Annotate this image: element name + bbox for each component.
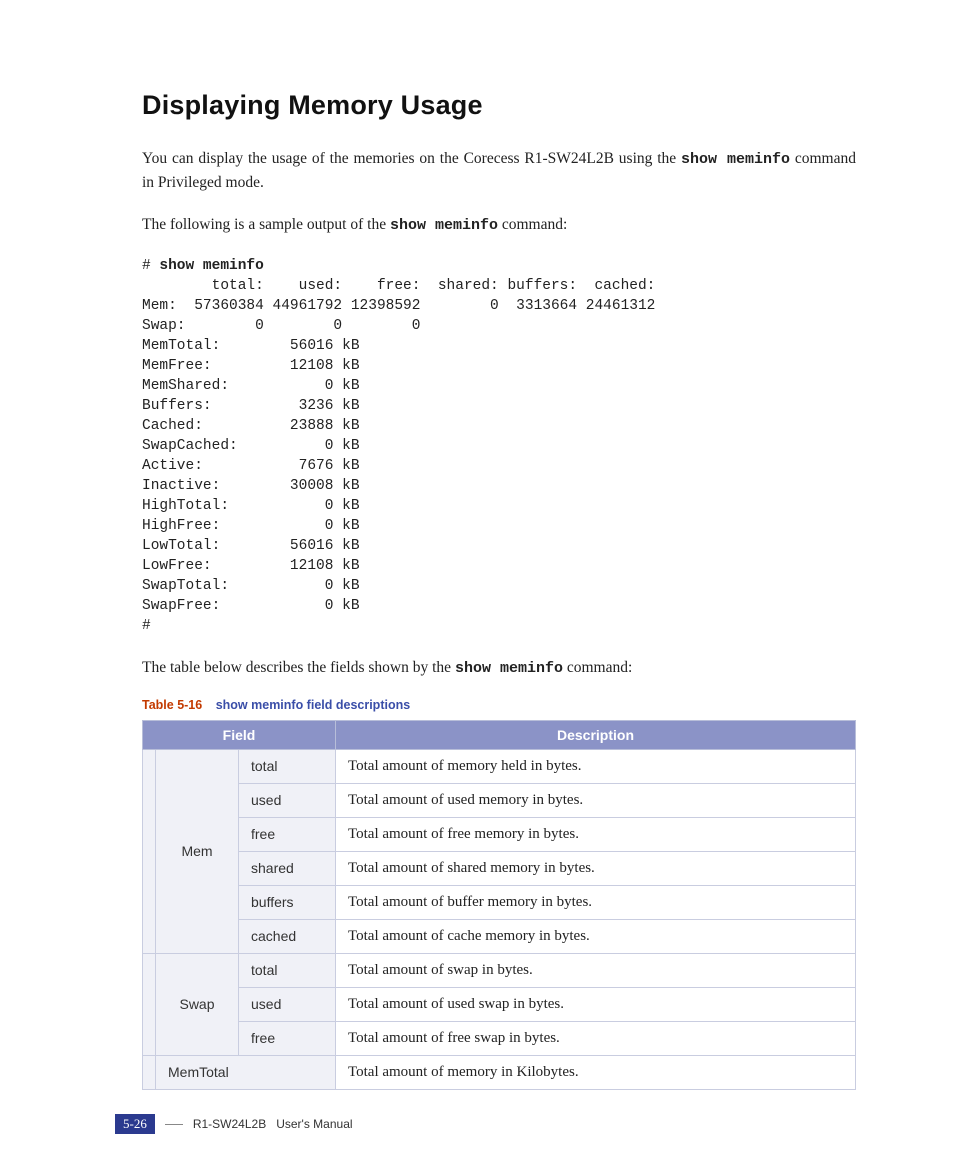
table-description-cell: Total amount of buffer memory in bytes. — [336, 885, 856, 919]
table-intro-command: show meminfo — [455, 660, 563, 677]
table-header-row: Field Description — [143, 720, 856, 749]
table-description-cell: Total amount of used memory in bytes. — [336, 783, 856, 817]
table-row: freeTotal amount of free memory in bytes… — [143, 817, 856, 851]
table-subfield-cell: total — [239, 749, 336, 783]
table-description-cell: Total amount of memory held in bytes. — [336, 749, 856, 783]
table-row: SwaptotalTotal amount of swap in bytes. — [143, 953, 856, 987]
table-group-cell: Swap — [156, 953, 239, 1055]
table-subfield-cell: free — [239, 1021, 336, 1055]
table-left-stub — [143, 953, 156, 1055]
sample-text-after: command: — [498, 216, 567, 233]
table-row: cachedTotal amount of cache memory in by… — [143, 919, 856, 953]
intro-command: show meminfo — [681, 151, 790, 168]
fields-table: Field Description MemtotalTotal amount o… — [142, 720, 856, 1090]
page-content: Displaying Memory Usage You can display … — [0, 0, 954, 1090]
table-row: MemTotalTotal amount of memory in Kiloby… — [143, 1055, 856, 1089]
table-left-stub — [143, 1055, 156, 1089]
table-intro-before: The table below describes the fields sho… — [142, 659, 455, 676]
sample-text-before: The following is a sample output of the — [142, 216, 390, 233]
page-footer: 5-26 R1-SW24L2B User's Manual — [115, 1114, 353, 1134]
table-field-cell: MemTotal — [156, 1055, 336, 1089]
page-number-badge: 5-26 — [115, 1114, 155, 1134]
table-description-cell: Total amount of used swap in bytes. — [336, 987, 856, 1021]
table-row: buffersTotal amount of buffer memory in … — [143, 885, 856, 919]
table-row: usedTotal amount of used swap in bytes. — [143, 987, 856, 1021]
table-row: sharedTotal amount of shared memory in b… — [143, 851, 856, 885]
table-caption-title: show meminfo field descriptions — [216, 698, 410, 712]
table-subfield-cell: used — [239, 987, 336, 1021]
table-subfield-cell: used — [239, 783, 336, 817]
table-description-cell: Total amount of cache memory in bytes. — [336, 919, 856, 953]
table-description-cell: Total amount of free swap in bytes. — [336, 1021, 856, 1055]
sample-command: show meminfo — [390, 217, 498, 234]
table-header-description: Description — [336, 720, 856, 749]
terminal-output: # show meminfo total: used: free: shared… — [142, 256, 856, 636]
table-intro-after: command: — [563, 659, 632, 676]
table-subfield-cell: total — [239, 953, 336, 987]
table-intro-paragraph: The table below describes the fields sho… — [142, 656, 856, 680]
table-subfield-cell: buffers — [239, 885, 336, 919]
table-description-cell: Total amount of shared memory in bytes. — [336, 851, 856, 885]
intro-text-before: You can display the usage of the memorie… — [142, 150, 681, 167]
table-group-cell: Mem — [156, 749, 239, 953]
table-description-cell: Total amount of memory in Kilobytes. — [336, 1055, 856, 1089]
table-left-stub — [143, 749, 156, 953]
footer-divider — [165, 1124, 183, 1125]
table-subfield-cell: free — [239, 817, 336, 851]
footer-product: R1-SW24L2B — [193, 1117, 266, 1131]
table-caption: Table 5-16 show meminfo field descriptio… — [142, 698, 856, 712]
sample-intro-paragraph: The following is a sample output of the … — [142, 213, 856, 237]
table-row: usedTotal amount of used memory in bytes… — [143, 783, 856, 817]
table-description-cell: Total amount of swap in bytes. — [336, 953, 856, 987]
table-description-cell: Total amount of free memory in bytes. — [336, 817, 856, 851]
table-row: freeTotal amount of free swap in bytes. — [143, 1021, 856, 1055]
table-caption-number: Table 5-16 — [142, 698, 202, 712]
intro-paragraph: You can display the usage of the memorie… — [142, 147, 856, 195]
footer-label: User's Manual — [276, 1117, 352, 1131]
table-subfield-cell: cached — [239, 919, 336, 953]
page-heading: Displaying Memory Usage — [142, 90, 856, 121]
table-subfield-cell: shared — [239, 851, 336, 885]
table-header-field: Field — [143, 720, 336, 749]
table-row: MemtotalTotal amount of memory held in b… — [143, 749, 856, 783]
